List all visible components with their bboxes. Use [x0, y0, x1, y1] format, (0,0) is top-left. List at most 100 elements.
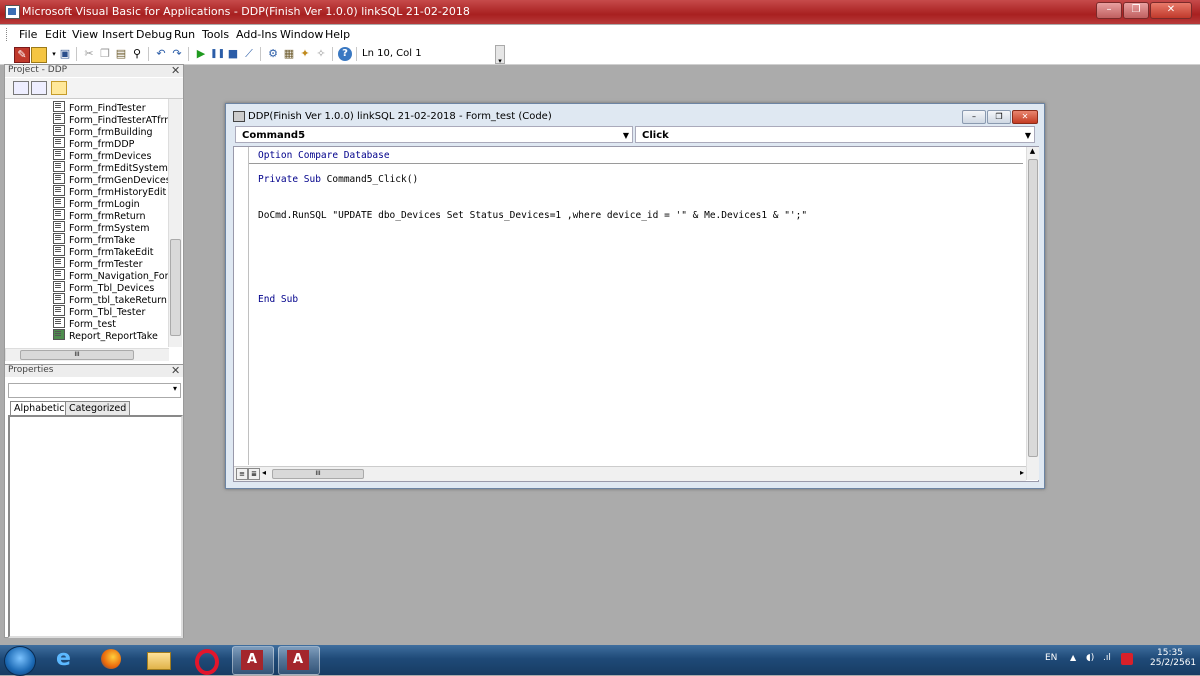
- scroll-thumb[interactable]: [1028, 159, 1038, 457]
- scroll-left-icon[interactable]: ◂: [262, 468, 266, 477]
- code-horizontal-scrollbar[interactable]: ≡ ≣ ◂ III ▸: [234, 466, 1026, 481]
- view-code-icon[interactable]: [13, 81, 29, 95]
- procedure-view-icon[interactable]: ≡: [236, 468, 248, 480]
- save-icon[interactable]: ▣: [58, 47, 72, 61]
- scroll-thumb[interactable]: [170, 239, 181, 336]
- menu-edit[interactable]: Edit: [45, 28, 66, 41]
- signal-icon[interactable]: .ıl: [1103, 653, 1111, 663]
- menu-add-ins[interactable]: Add-Ins: [236, 28, 277, 41]
- form-module-icon: [53, 305, 65, 316]
- tree-item[interactable]: Form_frmBuilding: [53, 125, 153, 138]
- tree-item[interactable]: Report_ReportTake: [53, 329, 158, 342]
- scroll-up-icon[interactable]: ▲: [1027, 147, 1038, 157]
- scroll-thumb[interactable]: III: [272, 469, 364, 479]
- redo-icon[interactable]: ↷: [170, 47, 184, 61]
- toggle-folders-icon[interactable]: [51, 81, 67, 95]
- close-button[interactable]: ✕: [1012, 110, 1038, 124]
- menu-help[interactable]: Help: [325, 28, 350, 41]
- properties-window-icon[interactable]: ▦: [282, 47, 296, 61]
- taskbar-app-access-vba[interactable]: A: [278, 646, 320, 675]
- tree-item[interactable]: Form_test: [53, 317, 116, 330]
- taskbar-app-ie[interactable]: e: [46, 646, 86, 673]
- procedure-combo[interactable]: Click ▼: [635, 126, 1035, 143]
- clock[interactable]: 15:35 25/2/2561: [1150, 648, 1196, 668]
- scroll-thumb[interactable]: III: [20, 350, 134, 360]
- volume-icon[interactable]: ◖): [1086, 653, 1094, 663]
- menu-insert[interactable]: Insert: [102, 28, 134, 41]
- taskbar-app-access[interactable]: A: [232, 646, 274, 675]
- minimize-button[interactable]: –: [962, 110, 986, 124]
- language-indicator[interactable]: EN: [1045, 653, 1057, 663]
- tree-item[interactable]: Form_frmTester: [53, 257, 142, 270]
- paste-icon[interactable]: ▤: [114, 47, 128, 61]
- close-icon[interactable]: ✕: [171, 65, 181, 76]
- reset-icon[interactable]: ■: [226, 47, 240, 61]
- tree-item[interactable]: Form_Tbl_Tester: [53, 305, 145, 318]
- find-icon[interactable]: ⚲: [130, 47, 144, 61]
- scroll-right-icon[interactable]: ▸: [1020, 468, 1024, 477]
- antivirus-icon[interactable]: [1121, 653, 1133, 665]
- firefox-icon: [101, 649, 121, 669]
- tree-item[interactable]: Form_Navigation_Form: [53, 269, 168, 282]
- menu-window[interactable]: Window: [280, 28, 323, 41]
- menu-file[interactable]: File: [19, 28, 37, 41]
- tab-alphabetic[interactable]: Alphabetic: [10, 401, 69, 416]
- tree-item[interactable]: Form_FindTester: [53, 101, 146, 114]
- undo-icon[interactable]: ↶: [154, 47, 168, 61]
- view-object-icon[interactable]: [31, 81, 47, 95]
- tree-item[interactable]: Form_frmDDP: [53, 137, 134, 150]
- tree-item[interactable]: Form_tbl_takeReturn: [53, 293, 167, 306]
- menu-debug[interactable]: Debug: [136, 28, 172, 41]
- project-vertical-scrollbar[interactable]: [168, 99, 182, 347]
- form-module-icon: [53, 137, 65, 148]
- tree-item[interactable]: Form_frmTake: [53, 233, 135, 246]
- close-button[interactable]: ✕: [1150, 2, 1192, 19]
- tree-item[interactable]: Form_FindTesterATfrmD: [53, 113, 168, 126]
- menu-bar: File Edit View Insert Debug Run Tools Ad…: [0, 25, 1200, 45]
- tree-item[interactable]: Form_frmEditSystem: [53, 161, 168, 174]
- toolbox-icon[interactable]: ✧: [314, 47, 328, 61]
- margin-indicator-bar[interactable]: [234, 147, 249, 465]
- tree-item[interactable]: Form_frmGenDevices: [53, 173, 168, 186]
- menu-view[interactable]: View: [72, 28, 98, 41]
- tree-item[interactable]: Form_frmHistoryEdit: [53, 185, 166, 198]
- taskbar-app-explorer[interactable]: [138, 646, 178, 673]
- restore-button[interactable]: ❐: [987, 110, 1011, 124]
- close-icon[interactable]: ✕: [171, 365, 181, 376]
- copy-icon[interactable]: ❐: [98, 47, 112, 61]
- insert-module-icon[interactable]: [31, 47, 47, 63]
- full-module-view-icon[interactable]: ≣: [248, 468, 260, 480]
- toolbar-options-icon[interactable]: ▾: [495, 45, 505, 65]
- code-editor[interactable]: Option Compare Database Private Sub Comm…: [233, 146, 1039, 482]
- project-explorer-icon[interactable]: ⚙: [266, 47, 280, 61]
- tree-item[interactable]: Form_frmLogin: [53, 197, 140, 210]
- tree-item[interactable]: Form_frmTakeEdit: [53, 245, 153, 258]
- code-vertical-scrollbar[interactable]: ▲: [1026, 147, 1039, 480]
- design-mode-icon[interactable]: ⟋: [242, 47, 256, 61]
- minimize-button[interactable]: –: [1096, 2, 1122, 19]
- menu-run[interactable]: Run: [174, 28, 195, 41]
- object-combo[interactable]: Command5 ▼: [235, 126, 633, 143]
- tree-item[interactable]: Form_frmSystem: [53, 221, 149, 234]
- object-select[interactable]: ▾: [8, 383, 181, 398]
- project-horizontal-scrollbar[interactable]: III: [5, 348, 169, 361]
- restore-button[interactable]: ❐: [1123, 2, 1149, 19]
- view-access-icon[interactable]: ✎: [14, 47, 30, 63]
- menu-tools[interactable]: Tools: [202, 28, 229, 41]
- taskbar-app-firefox[interactable]: [92, 646, 132, 673]
- show-hidden-icons[interactable]: ▲: [1070, 653, 1076, 662]
- cut-icon[interactable]: ✂: [82, 47, 96, 61]
- help-icon[interactable]: ?: [338, 47, 352, 61]
- taskbar-app-opera[interactable]: [186, 646, 226, 675]
- chevron-down-icon: ▼: [1024, 131, 1031, 140]
- start-button[interactable]: [4, 646, 36, 676]
- properties-window: Properties ✕ ▾ Alphabetic Categorized: [4, 364, 184, 638]
- object-browser-icon[interactable]: ✦: [298, 47, 312, 61]
- tree-item[interactable]: Form_frmReturn: [53, 209, 146, 222]
- menu-grip[interactable]: [6, 28, 9, 41]
- run-icon[interactable]: ▶: [194, 47, 208, 61]
- tab-categorized[interactable]: Categorized: [65, 401, 131, 416]
- tree-item[interactable]: Form_frmDevices: [53, 149, 151, 162]
- break-icon[interactable]: ❚❚: [210, 47, 225, 61]
- tree-item[interactable]: Form_Tbl_Devices: [53, 281, 154, 294]
